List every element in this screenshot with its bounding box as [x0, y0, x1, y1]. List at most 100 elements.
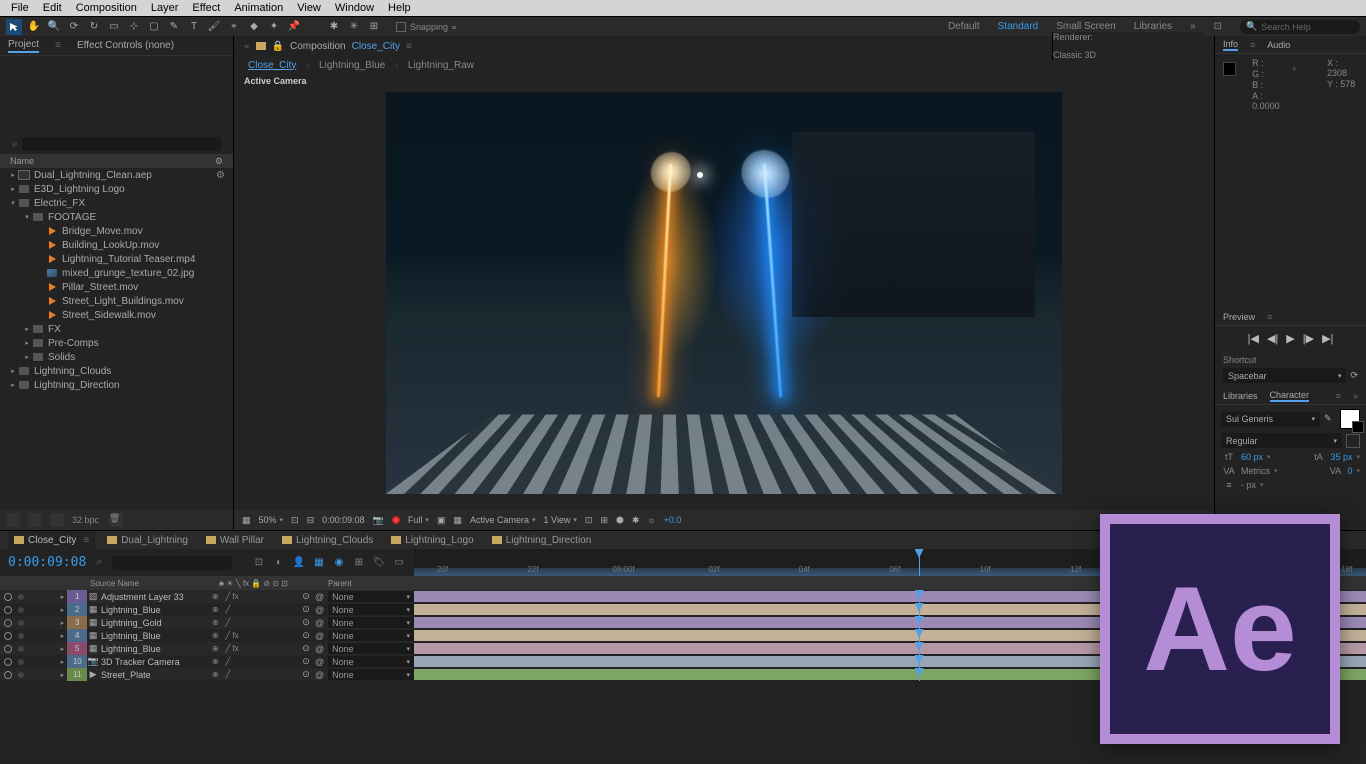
menu-view[interactable]: View [290, 2, 328, 14]
twirl-icon[interactable]: ▸ [57, 632, 67, 640]
timeline-tab[interactable]: Dual_Lightning [101, 531, 194, 549]
panel-menu-icon[interactable]: ≡ [1336, 391, 1341, 401]
3d-toggle[interactable]: ⊙ [297, 669, 315, 680]
timeline-timecode[interactable]: 0:00:09:08 [8, 556, 86, 569]
layer-row[interactable]: ▸ 4 ▦ Lightning_Blue ⊕ ╱ fx ⊙ @None▾ [0, 629, 414, 642]
expand-icon[interactable]: » [1353, 391, 1358, 401]
layer-name[interactable]: Adjustment Layer 33 [99, 592, 208, 602]
layer-switches[interactable]: ⊕ ╱ fx [208, 644, 297, 653]
last-frame-button[interactable]: ▶| [1322, 332, 1333, 345]
pickwhip-icon[interactable]: @ [315, 670, 324, 680]
layer-switches[interactable]: ⊕ ╱ [208, 605, 297, 614]
frame-blend-icon[interactable]: ▦ [312, 556, 326, 570]
parent-dropdown[interactable]: None▾ [328, 630, 414, 641]
menu-effect[interactable]: Effect [185, 2, 227, 14]
search-help-input[interactable]: 🔍 Search Help [1240, 20, 1360, 34]
layer-name[interactable]: Lightning_Blue [99, 644, 208, 654]
leading-value[interactable]: 35 px [1330, 452, 1352, 462]
rotate-tool[interactable]: ↻ [86, 19, 102, 35]
orbit-tool[interactable]: ⟳ [66, 19, 82, 35]
menu-edit[interactable]: Edit [36, 2, 69, 14]
hand-tool[interactable]: ✋ [26, 19, 42, 35]
camera-dropdown[interactable]: Active Camera▾ [470, 515, 536, 525]
solo-toggle[interactable] [18, 594, 24, 600]
visibility-toggle[interactable] [4, 632, 12, 640]
pickwhip-icon[interactable]: @ [315, 644, 324, 654]
motion-blur-icon[interactable]: ◉ [332, 556, 346, 570]
transparency-icon[interactable]: ▦ [453, 515, 462, 526]
layer-switches[interactable]: ⊕ ╱ [208, 657, 297, 666]
visibility-toggle[interactable] [4, 606, 12, 614]
layer-name[interactable]: 3D Tracker Camera [99, 657, 208, 667]
fill-color[interactable] [1340, 409, 1360, 429]
menu-file[interactable]: File [4, 2, 36, 14]
sync-icon[interactable]: ⊡ [1214, 21, 1222, 32]
tree-item[interactable]: ▸Lightning_Direction [0, 378, 233, 392]
comp-mini-icon[interactable]: ⊡ [252, 556, 266, 570]
3d-toggle[interactable]: ⊙ [297, 630, 315, 641]
stroke-value[interactable]: - px [1241, 480, 1256, 490]
tree-item[interactable]: Street_Sidewalk.mov [0, 308, 233, 322]
tree-item[interactable]: ▸Lightning_Clouds [0, 364, 233, 378]
solo-toggle[interactable] [18, 620, 24, 626]
tree-item[interactable]: ▸E3D_Lightning Logo [0, 182, 233, 196]
pen-tool[interactable]: ✎ [166, 19, 182, 35]
workspace-more-icon[interactable]: » [1190, 21, 1196, 32]
fast-draft-icon[interactable]: ⊞ [600, 515, 608, 526]
pickwhip-icon[interactable]: @ [315, 592, 324, 602]
workspace-standard[interactable]: Standard [998, 21, 1039, 32]
always-preview-icon[interactable]: ▦ [242, 515, 251, 526]
tree-item[interactable]: Bridge_Move.mov [0, 224, 233, 238]
roi-icon[interactable]: ▣ [437, 515, 446, 526]
layer-switches[interactable]: ⊕ ╱ fx [208, 631, 297, 640]
tab-project[interactable]: Project [8, 39, 39, 53]
visibility-toggle[interactable] [4, 593, 12, 601]
panel-menu-icon[interactable]: ≡ [1250, 40, 1255, 50]
layer-number[interactable]: 3 [67, 616, 87, 629]
tree-item[interactable]: ▾Electric_FX [0, 196, 233, 210]
markers-icon[interactable]: ▭ [392, 556, 406, 570]
world-axis-icon[interactable]: ✳ [346, 19, 362, 35]
workspace-libraries[interactable]: Libraries [1134, 21, 1172, 32]
3d-toggle[interactable]: ⊙ [297, 591, 315, 602]
pickwhip-icon[interactable]: @ [315, 605, 324, 615]
workspace-small-screen[interactable]: Small Screen [1056, 21, 1115, 32]
twirl-icon[interactable]: ▸ [57, 606, 67, 614]
layer-name[interactable]: Lightning_Gold [99, 618, 208, 628]
clone-tool[interactable]: ⌖ [226, 19, 242, 35]
roto-tool[interactable]: ✦ [266, 19, 282, 35]
layer-switches[interactable]: ⊕ ╱ [208, 670, 297, 679]
pickwhip-icon[interactable]: @ [315, 631, 324, 641]
layer-row[interactable]: ▸ 10 📷 3D Tracker Camera ⊕ ╱ ⊙ @None▾ [0, 655, 414, 668]
anchor-tool[interactable]: ⊹ [126, 19, 142, 35]
guides-icon[interactable]: ✱ [632, 515, 640, 526]
back-icon[interactable]: « [244, 41, 250, 52]
layer-number[interactable]: 5 [67, 642, 87, 655]
tree-item[interactable]: Building_LookUp.mov [0, 238, 233, 252]
panel-menu-icon[interactable]: ≡ [1267, 312, 1272, 322]
column-type-icon[interactable]: ⚙ [215, 156, 223, 167]
resolution-dropdown[interactable]: Full▾ [408, 515, 429, 525]
shortcut-dropdown[interactable]: Spacebar▾ [1223, 368, 1346, 383]
font-dropdown[interactable]: Sui Generis▾ [1221, 412, 1320, 427]
tab-preview[interactable]: Preview [1223, 312, 1255, 322]
tab-audio[interactable]: Audio [1267, 40, 1290, 50]
selection-tool[interactable] [6, 19, 22, 35]
tree-item[interactable]: ▸Solids [0, 350, 233, 364]
play-button[interactable]: ▶ [1286, 332, 1294, 345]
twirl-icon[interactable]: ▸ [57, 658, 67, 666]
timeline-tab[interactable]: Lightning_Direction [486, 531, 598, 549]
tab-character[interactable]: Character [1270, 390, 1310, 402]
parent-dropdown[interactable]: None▾ [328, 591, 414, 602]
layer-number[interactable]: 11 [67, 668, 87, 681]
tree-item[interactable]: mixed_grunge_texture_02.jpg [0, 266, 233, 280]
timeline-tab[interactable]: Lightning_Clouds [276, 531, 379, 549]
draft3d-icon[interactable]: ◐ [272, 556, 286, 570]
menu-layer[interactable]: Layer [144, 2, 186, 14]
exposure-value[interactable]: +0.0 [664, 515, 682, 525]
layer-number[interactable]: 2 [67, 603, 87, 616]
delete-button[interactable]: 🗑 [109, 513, 123, 527]
workspace-default[interactable]: Default [948, 21, 980, 32]
3d-toggle[interactable]: ⊙ [297, 617, 315, 628]
layer-row[interactable]: ▸ 2 ▦ Lightning_Blue ⊕ ╱ ⊙ @None▾ [0, 603, 414, 616]
